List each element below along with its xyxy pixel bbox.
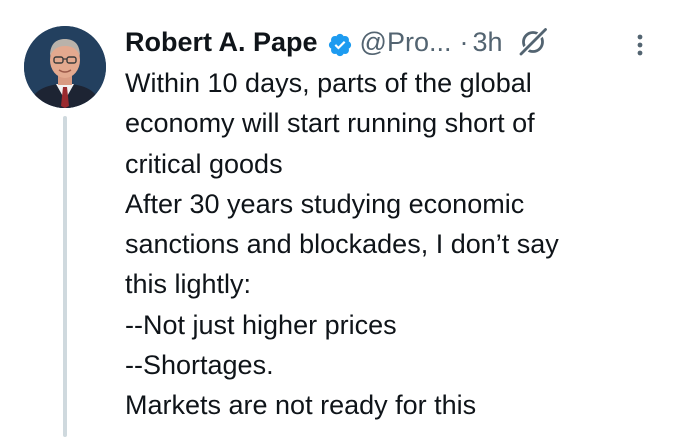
tweet-timestamp[interactable]: 3h: [472, 22, 502, 62]
grok-icon[interactable]: [517, 26, 549, 58]
tweet-text-line: this lightly:: [125, 269, 252, 300]
avatar-photo: [24, 26, 106, 108]
author-name[interactable]: Robert A. Pape: [125, 22, 318, 62]
more-options-icon[interactable]: [630, 30, 650, 60]
verified-badge-icon[interactable]: [327, 29, 353, 57]
tweet-text-line: After 30 years studying economic: [125, 188, 525, 219]
header-separator: ·: [459, 27, 469, 57]
tweet-text-line: --Not just higher prices: [125, 309, 397, 340]
tweet-text-line: economy will start running short of: [125, 108, 535, 139]
tweet-text-line: critical goods: [125, 148, 283, 179]
tweet-text-line: Within 10 days, parts of the global: [125, 68, 532, 98]
tweet-text-line: Markets are not ready for this: [125, 390, 477, 421]
tweet-text: Within 10 days, parts of the global econ…: [125, 63, 665, 426]
avatar[interactable]: [24, 26, 106, 108]
tweet-header: Robert A. Pape @Pro... · 3h: [125, 22, 549, 62]
author-handle[interactable]: @Pro...: [360, 22, 452, 62]
tweet-text-line: --Shortages.: [125, 350, 274, 381]
thread-connector-line: [63, 116, 67, 437]
tweet-text-line: sanctions and blockades, I don’t say: [125, 229, 559, 260]
tweet[interactable]: Robert A. Pape @Pro... · 3h Within 10 da…: [0, 0, 680, 437]
